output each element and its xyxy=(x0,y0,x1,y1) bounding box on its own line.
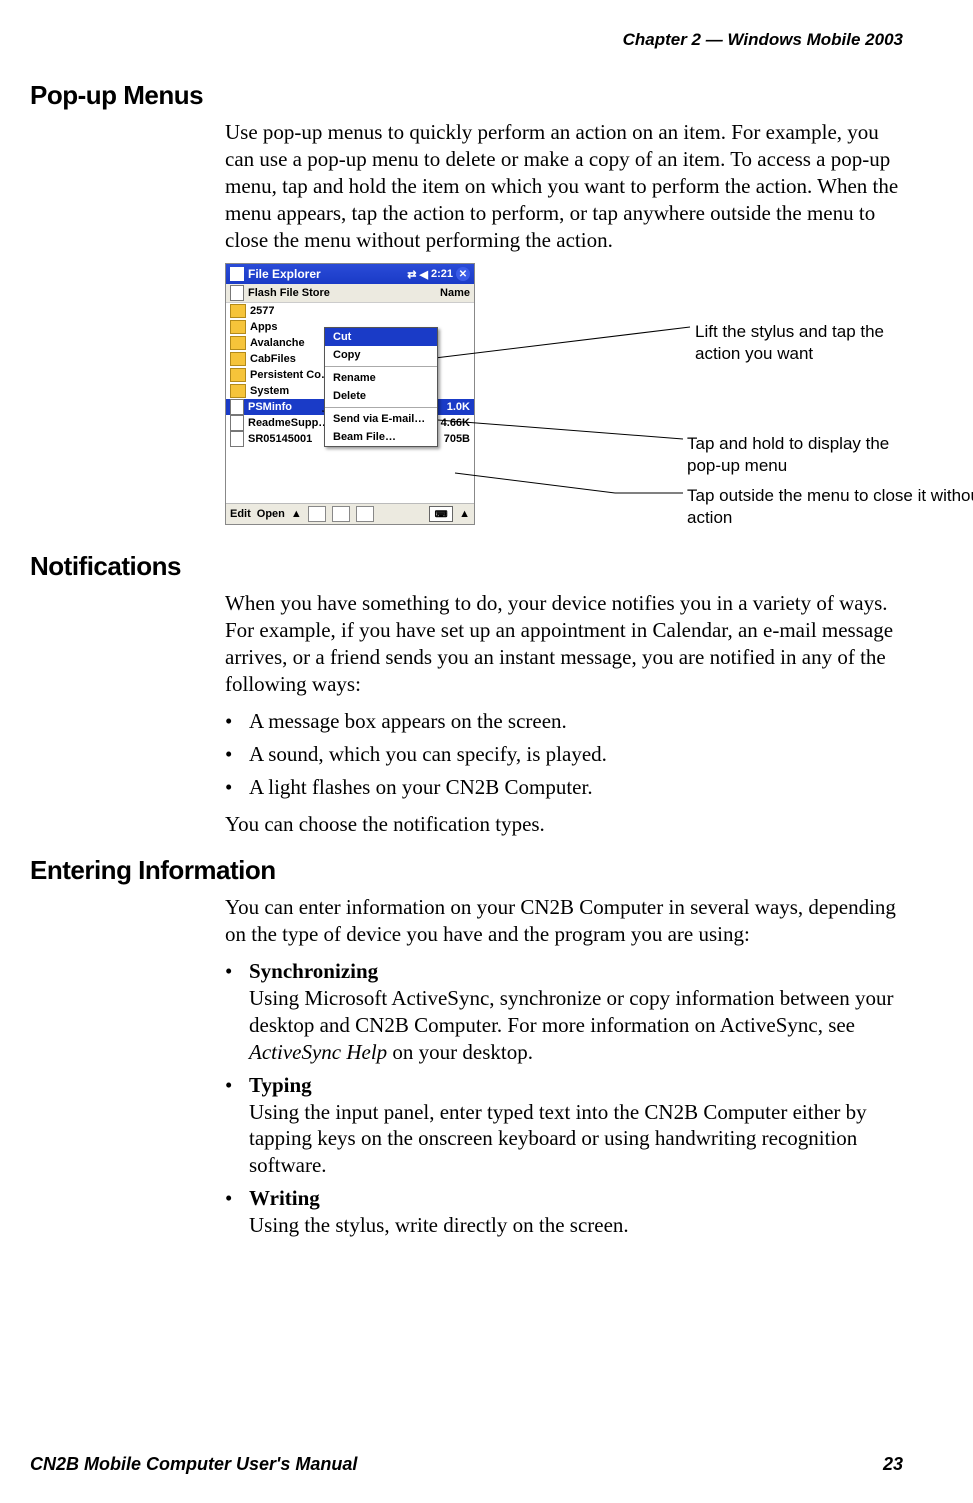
bullet-item: A message box appears on the screen. xyxy=(225,708,903,735)
file-icon xyxy=(230,431,244,447)
location-label: Flash File Store xyxy=(248,287,330,299)
folder-icon xyxy=(230,336,246,350)
popup-paragraph: Use pop-up menus to quickly perform an a… xyxy=(225,119,903,253)
connectivity-icon: ⇄ xyxy=(407,268,416,281)
entry-head: Typing xyxy=(249,1073,312,1097)
up-icon: ▲ xyxy=(459,508,470,520)
menu-separator xyxy=(325,366,437,367)
menu-item-copy: Copy xyxy=(325,346,437,364)
file-name: 2577 xyxy=(250,305,470,317)
file-icon xyxy=(230,399,244,415)
menu-item-send-email: Send via E-mail… xyxy=(325,410,437,428)
running-header: Chapter 2 — Windows Mobile 2003 xyxy=(30,30,903,50)
toolbar-icon xyxy=(332,506,350,522)
bullet-item: Typing Using the input panel, enter type… xyxy=(225,1072,903,1180)
menu-item-delete: Delete xyxy=(325,387,437,405)
sort-label: Name xyxy=(440,287,470,299)
entry-body: Using the stylus, write directly on the … xyxy=(249,1213,629,1237)
start-icon xyxy=(230,267,244,281)
entry-body: Using Microsoft ActiveSync, synchronize … xyxy=(249,986,893,1037)
folder-icon xyxy=(230,384,246,398)
folder-icon xyxy=(230,368,246,382)
menu-item-rename: Rename xyxy=(325,369,437,387)
file-list: 2577 Apps Avalanche CabFiles Persistent … xyxy=(226,303,474,503)
heading-popup-menus: Pop-up Menus xyxy=(30,80,903,111)
file-icon xyxy=(230,415,244,431)
volume-icon: ◀ xyxy=(420,268,428,281)
menu-item-cut: Cut xyxy=(325,328,437,346)
heading-entering-information: Entering Information xyxy=(30,855,903,886)
status-icons: ⇄ ◀ 2:21 ✕ xyxy=(407,267,470,281)
context-menu: Cut Copy Rename Delete Send via E-mail… … xyxy=(324,327,438,447)
entry-head: Writing xyxy=(249,1186,320,1210)
entering-list: Synchronizing Using Microsoft ActiveSync… xyxy=(225,958,903,1239)
bullet-item: A sound, which you can specify, is playe… xyxy=(225,741,903,768)
bullet-item: A light flashes on your CN2B Computer. xyxy=(225,774,903,801)
location-bar: Flash File Store Name xyxy=(226,284,474,303)
command-bar: Edit Open ▲ ⌨ ▲ xyxy=(226,503,474,524)
footer-manual-title: CN2B Mobile Computer User's Manual xyxy=(30,1454,357,1475)
entry-head: Synchronizing xyxy=(249,959,378,983)
clock: 2:21 xyxy=(431,268,453,280)
callout-tap-action: Lift the stylus and tap the action you w… xyxy=(695,321,903,364)
notifications-paragraph: When you have something to do, your devi… xyxy=(225,590,903,698)
entry-body-b: on your desktop. xyxy=(387,1040,533,1064)
notifications-bullets: A message box appears on the screen. A s… xyxy=(225,708,903,801)
callout-tap-outside: Tap outside the menu to close it without… xyxy=(687,485,973,528)
toolbar-icon xyxy=(356,506,374,522)
entry-italic: ActiveSync Help xyxy=(249,1040,387,1064)
device-screenshot: File Explorer ⇄ ◀ 2:21 ✕ Flash File Stor… xyxy=(225,263,475,525)
heading-notifications: Notifications xyxy=(30,551,903,582)
app-title: File Explorer xyxy=(248,267,321,281)
close-icon: ✕ xyxy=(456,267,470,281)
folder-icon xyxy=(230,320,246,334)
bullet-item: Synchronizing Using Microsoft ActiveSync… xyxy=(225,958,903,1066)
callout-tap-hold: Tap and hold to display the pop-up menu xyxy=(687,433,903,476)
menu-item-beam: Beam File… xyxy=(325,428,437,446)
folder-icon xyxy=(230,304,246,318)
titlebar: File Explorer ⇄ ◀ 2:21 ✕ xyxy=(226,264,474,284)
notifications-after: You can choose the notification types. xyxy=(225,811,903,838)
page-number: 23 xyxy=(883,1454,903,1475)
card-icon xyxy=(230,285,244,301)
edit-menu: Edit xyxy=(230,508,251,520)
entry-body: Using the input panel, enter typed text … xyxy=(249,1100,867,1178)
folder-icon xyxy=(230,352,246,366)
menu-separator xyxy=(325,407,437,408)
up-icon: ▲ xyxy=(291,508,302,520)
bullet-item: Writing Using the stylus, write directly… xyxy=(225,1185,903,1239)
list-item: 2577 xyxy=(226,303,474,319)
figure-popup-menu: File Explorer ⇄ ◀ 2:21 ✕ Flash File Stor… xyxy=(225,263,903,533)
sip-icon: ⌨ xyxy=(429,506,453,522)
open-menu: Open xyxy=(257,508,285,520)
toolbar-icon xyxy=(308,506,326,522)
entering-paragraph: You can enter information on your CN2B C… xyxy=(225,894,903,948)
